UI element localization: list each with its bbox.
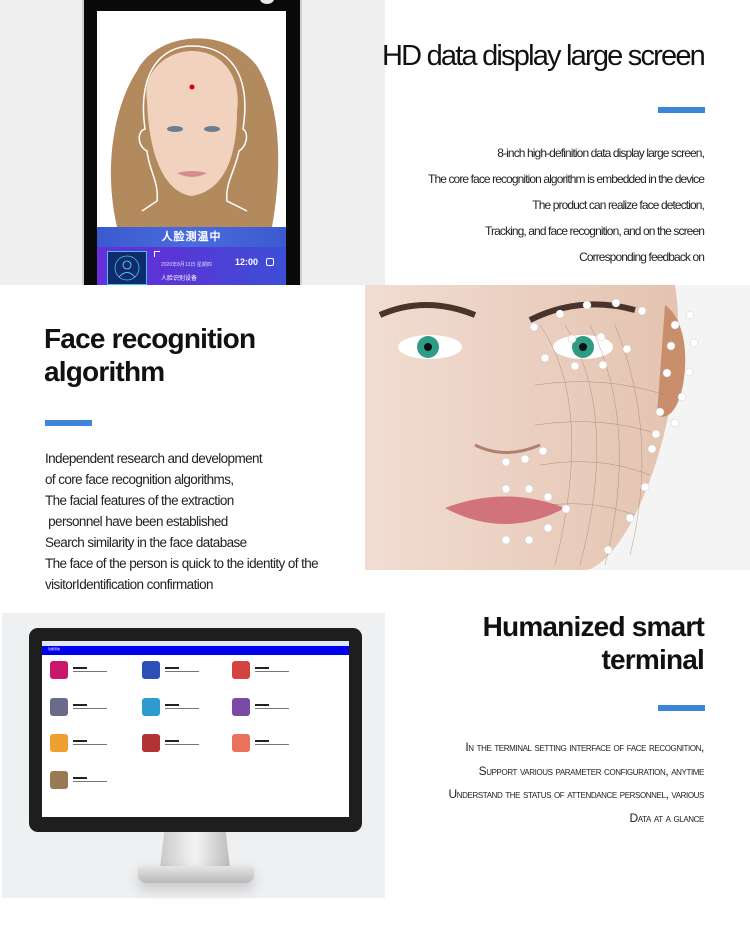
description-line: Tracking, and face recognition, and on t… <box>485 224 705 238</box>
window-menu-bar: 功能导航 <box>42 646 349 655</box>
tile-label <box>255 703 289 711</box>
description-line: of core face recognition algorithms, <box>45 472 234 487</box>
accent-bar <box>658 107 705 113</box>
function-tile[interactable] <box>142 698 199 716</box>
hd-display-description: 8-inch high-definition data display larg… <box>428 140 705 270</box>
description-line: personnel have been established <box>45 514 228 529</box>
monitor-settings-icon <box>232 661 250 679</box>
monitor-bezel: 功能导航 <box>29 628 362 832</box>
face-recognition-description: Independent research and development of … <box>45 448 319 595</box>
title-line: Humanized smart <box>482 611 705 642</box>
footprint-icon <box>142 734 160 752</box>
tile-label <box>73 739 107 747</box>
face-mesh-image <box>365 285 750 570</box>
monitor-screen: 功能导航 <box>42 641 349 817</box>
bracket-decoration <box>154 251 160 257</box>
tile-label <box>73 703 107 711</box>
tile-label <box>165 739 199 747</box>
description-line: 8-inch high-definition data display larg… <box>497 146 705 160</box>
record-search-icon <box>50 698 68 716</box>
monitor-image-panel: 功能导航 <box>2 613 385 898</box>
description-line: visitorIdentification confirmation <box>45 577 214 592</box>
tile-label <box>165 703 199 711</box>
accent-bar <box>658 705 705 711</box>
surveillance-camera-icon <box>142 698 160 716</box>
camera-icon <box>260 0 274 4</box>
function-tile[interactable] <box>50 698 107 716</box>
tile-label <box>255 739 289 747</box>
tile-label <box>165 666 199 674</box>
function-tile[interactable] <box>142 734 199 752</box>
screen-info-panel: 2020年8月13日 星期四 12:00 人脸识别设备 <box>97 247 286 285</box>
portrait-image <box>97 11 286 227</box>
title-line: terminal <box>601 644 704 675</box>
screen-date: 2020年8月13日 星期四 <box>161 262 212 268</box>
face-scan-icon <box>107 251 147 285</box>
attendance-icon <box>50 734 68 752</box>
finance-book-icon <box>50 771 68 789</box>
screen-banner: 人脸测温中 <box>97 227 286 247</box>
description-line: The facial features of the extraction <box>45 493 234 508</box>
function-tile[interactable] <box>232 734 289 752</box>
screen-time: 12:00 <box>235 257 259 267</box>
temperature-point-icon <box>189 84 195 90</box>
description-line: Search similarity in the face database <box>45 535 247 550</box>
title-line: algorithm <box>44 356 165 387</box>
description-line: Data at a glance <box>629 810 704 825</box>
function-tile[interactable] <box>50 734 107 752</box>
description-line: The product can realize face detection, <box>532 198 705 212</box>
smart-terminal-description: In the terminal setting interface of fac… <box>448 736 705 830</box>
description-line: Support various parameter configuration,… <box>478 763 705 778</box>
description-line: Independent research and development <box>45 451 263 466</box>
tile-label <box>73 776 107 784</box>
description-line: The face of the person is quick to the i… <box>45 556 319 571</box>
description-line: In the terminal setting interface of fac… <box>465 740 704 754</box>
smart-terminal-title: Humanized smart terminal <box>482 610 705 676</box>
function-tile[interactable] <box>232 661 289 679</box>
hd-display-title: HD data display large screen <box>382 40 706 72</box>
tile-label <box>73 666 107 674</box>
function-tile[interactable] <box>142 661 199 679</box>
face-mesh-illustration <box>365 285 750 570</box>
description-line: Corresponding feedback on <box>579 250 705 264</box>
face-recognition-title: Face recognition algorithm <box>44 322 256 388</box>
description-line: Understand the status of attendance pers… <box>448 787 705 801</box>
tile-label <box>255 666 289 674</box>
device-screen: 人脸测温中 2020年8月13日 星期四 12:00 人脸识别设备 <box>97 11 286 285</box>
contacts-book-icon <box>142 661 160 679</box>
alarm-clock-icon <box>266 258 274 266</box>
function-tile[interactable] <box>50 661 107 679</box>
device-image-panel: 人脸测温中 2020年8月13日 星期四 12:00 人脸识别设备 <box>0 0 385 285</box>
accent-bar <box>45 420 92 426</box>
monitor-stand-neck <box>160 832 230 868</box>
screen-device-name: 人脸识别设备 <box>161 276 198 282</box>
menu-label: 功能导航 <box>48 647 61 651</box>
title-line: Face recognition <box>44 323 256 354</box>
worker-helmet-icon <box>232 734 250 752</box>
gear-settings-icon <box>50 661 68 679</box>
door-settings-icon <box>232 698 250 716</box>
description-line: The core face recognition algorithm is e… <box>428 172 705 186</box>
function-tile[interactable] <box>50 771 107 789</box>
function-tile[interactable] <box>232 698 289 716</box>
monitor-stand-base <box>138 866 254 883</box>
